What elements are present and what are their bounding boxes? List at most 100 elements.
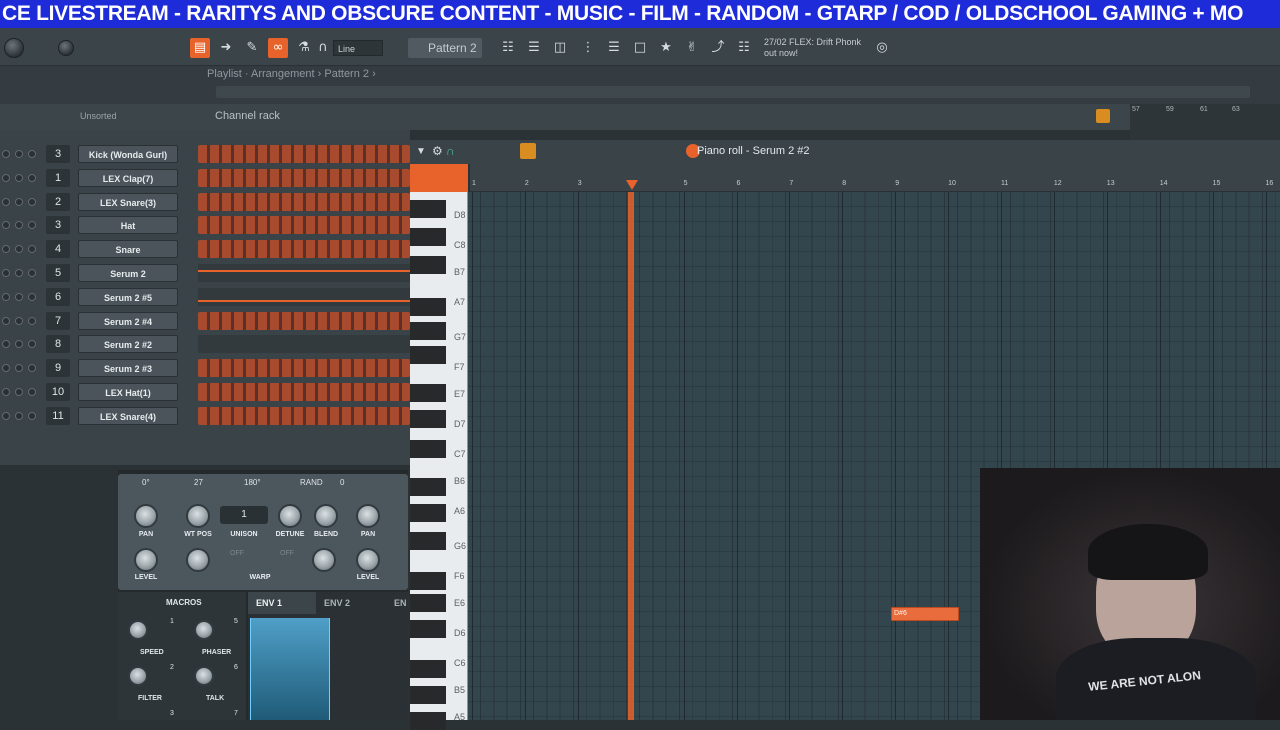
channel-led-icon[interactable] [2, 221, 10, 230]
channel-row[interactable]: 8 Serum 2 #2 [0, 332, 410, 356]
piano-roll-tool-icon[interactable]: ▤ [190, 38, 210, 58]
channel-led-icon[interactable] [2, 269, 10, 277]
blend-knob[interactable] [314, 504, 338, 528]
channel-row[interactable]: 2 LEX Snare(3) [0, 190, 410, 214]
channel-filter[interactable]: Unsorted [80, 111, 117, 121]
step-sequencer[interactable] [198, 145, 410, 163]
master-pitch-knob[interactable] [58, 40, 74, 56]
step-sequencer[interactable] [198, 311, 410, 330]
channel-name-button[interactable]: Serum 2 #2 [78, 335, 178, 354]
channel-led-icon[interactable] [28, 316, 36, 325]
channel-led-icon[interactable] [28, 411, 36, 420]
channel-name-button[interactable]: Serum 2 [78, 264, 178, 282]
step-sequencer[interactable] [198, 335, 410, 354]
pencil-icon[interactable]: ✎ [242, 38, 262, 58]
step-sequencer[interactable] [198, 264, 410, 282]
channel-led-icon[interactable] [15, 292, 23, 301]
magnet-icon[interactable]: ∩ [316, 38, 330, 58]
channel-name-button[interactable]: Hat [78, 216, 178, 235]
snap-mode-select[interactable]: Line [333, 40, 383, 56]
wrench-icon[interactable]: ⚙ [432, 144, 443, 158]
channel-row[interactable]: 9 Serum 2 #3 [0, 356, 410, 380]
tab-env2[interactable]: ENV 2 [324, 598, 350, 608]
black-key[interactable] [410, 322, 446, 340]
black-key[interactable] [410, 298, 446, 316]
channel-row[interactable]: 5 Serum 2 [0, 261, 410, 285]
channel-led-icon[interactable] [2, 197, 10, 206]
wt-pos-value[interactable]: 27 [194, 478, 203, 487]
step-sequencer[interactable] [198, 406, 410, 425]
playlist-scrollbar[interactable] [216, 86, 1250, 98]
channel-led-icon[interactable] [28, 269, 36, 277]
channel-led-icon[interactable] [15, 388, 23, 396]
mixer-icon[interactable]: ☷ [498, 38, 518, 58]
channel-led-icon[interactable] [28, 340, 36, 349]
piano-keyboard[interactable]: D8 C8 B7 A7 G7 F7 E7 D7 C7 B6 A6 G6 F6 E6 D6 C6 B5 A5 [410, 192, 468, 730]
channel-mixer-number[interactable]: 10 [46, 383, 70, 401]
black-key[interactable] [410, 572, 446, 590]
magnet-icon[interactable]: ∩ [446, 144, 455, 158]
channel-mixer-number[interactable]: 7 [46, 311, 70, 330]
step-sequencer[interactable] [198, 287, 410, 306]
channel-name-button[interactable]: Serum 2 #4 [78, 311, 178, 330]
envelope-graph[interactable] [250, 618, 330, 720]
midi-note[interactable]: D#6 [891, 607, 959, 621]
arrow-right-icon[interactable]: ➜ [216, 38, 236, 58]
channel-name-button[interactable]: LEX Clap(7) [78, 168, 178, 187]
black-key[interactable] [410, 200, 446, 218]
channel-led-icon[interactable] [2, 292, 10, 301]
file-icon[interactable]: □ [630, 38, 650, 58]
channel-mixer-number[interactable]: 9 [46, 359, 70, 378]
channel-led-icon[interactable] [28, 388, 36, 396]
step-sequencer[interactable] [198, 168, 410, 187]
rand-value[interactable]: 0 [340, 478, 344, 487]
draw-tool-icon[interactable] [520, 143, 536, 159]
channel-led-icon[interactable] [2, 316, 10, 325]
black-key[interactable] [410, 384, 446, 402]
channel-mixer-number[interactable]: 11 [46, 406, 70, 425]
channel-mixer-number[interactable]: 3 [46, 216, 70, 235]
step-sequencer[interactable] [198, 359, 410, 378]
macro-knob-5[interactable] [194, 620, 214, 640]
channel-led-icon[interactable] [2, 411, 10, 420]
channel-led-icon[interactable] [15, 411, 23, 420]
black-key[interactable] [410, 594, 446, 612]
channel-led-icon[interactable] [15, 269, 23, 277]
channel-led-icon[interactable] [28, 197, 36, 206]
playhead-marker-icon[interactable] [626, 180, 638, 190]
channel-name-button[interactable]: Serum 2 #5 [78, 287, 178, 306]
master-volume-knob[interactable] [4, 38, 24, 58]
channel-row[interactable]: 11 LEX Snare(4) [0, 404, 410, 428]
phase-value[interactable]: 0° [142, 478, 150, 487]
channel-led-icon[interactable] [28, 150, 36, 158]
piano-roll-corner[interactable] [410, 164, 468, 192]
channel-name-button[interactable]: LEX Snare(4) [78, 406, 178, 425]
channel-mixer-number[interactable]: 1 [46, 168, 70, 187]
channel-led-icon[interactable] [28, 245, 36, 254]
step-sequencer[interactable] [198, 383, 410, 401]
macro-knob-1[interactable] [128, 620, 148, 640]
channel-name-button[interactable]: Serum 2 #3 [78, 359, 178, 378]
news-ticker[interactable]: 27/02 FLEX: Drift Phonk out now! [764, 37, 874, 63]
black-key[interactable] [410, 228, 446, 246]
detune-knob[interactable] [278, 504, 302, 528]
macro-knob-6[interactable] [194, 666, 214, 686]
black-key[interactable] [410, 504, 446, 522]
black-key[interactable] [410, 346, 446, 364]
stamp-icon[interactable]: ⚗ [294, 38, 314, 58]
channel-name-button[interactable]: Snare [78, 240, 178, 259]
pan2-knob[interactable] [356, 504, 380, 528]
channel-led-icon[interactable] [2, 245, 10, 254]
warp2-knob[interactable] [312, 548, 336, 572]
channel-mixer-number[interactable]: 4 [46, 240, 70, 259]
channel-led-icon[interactable] [2, 173, 10, 182]
black-key[interactable] [410, 686, 446, 704]
channel-mixer-number[interactable]: 2 [46, 192, 70, 211]
warp-knob[interactable] [186, 548, 210, 572]
channel-led-icon[interactable] [15, 364, 23, 373]
black-key[interactable] [410, 256, 446, 274]
channel-led-icon[interactable] [15, 340, 23, 349]
globe-icon[interactable]: ◎ [872, 38, 892, 58]
channel-name-button[interactable]: LEX Hat(1) [78, 383, 178, 401]
macro-knob-2[interactable] [128, 666, 148, 686]
